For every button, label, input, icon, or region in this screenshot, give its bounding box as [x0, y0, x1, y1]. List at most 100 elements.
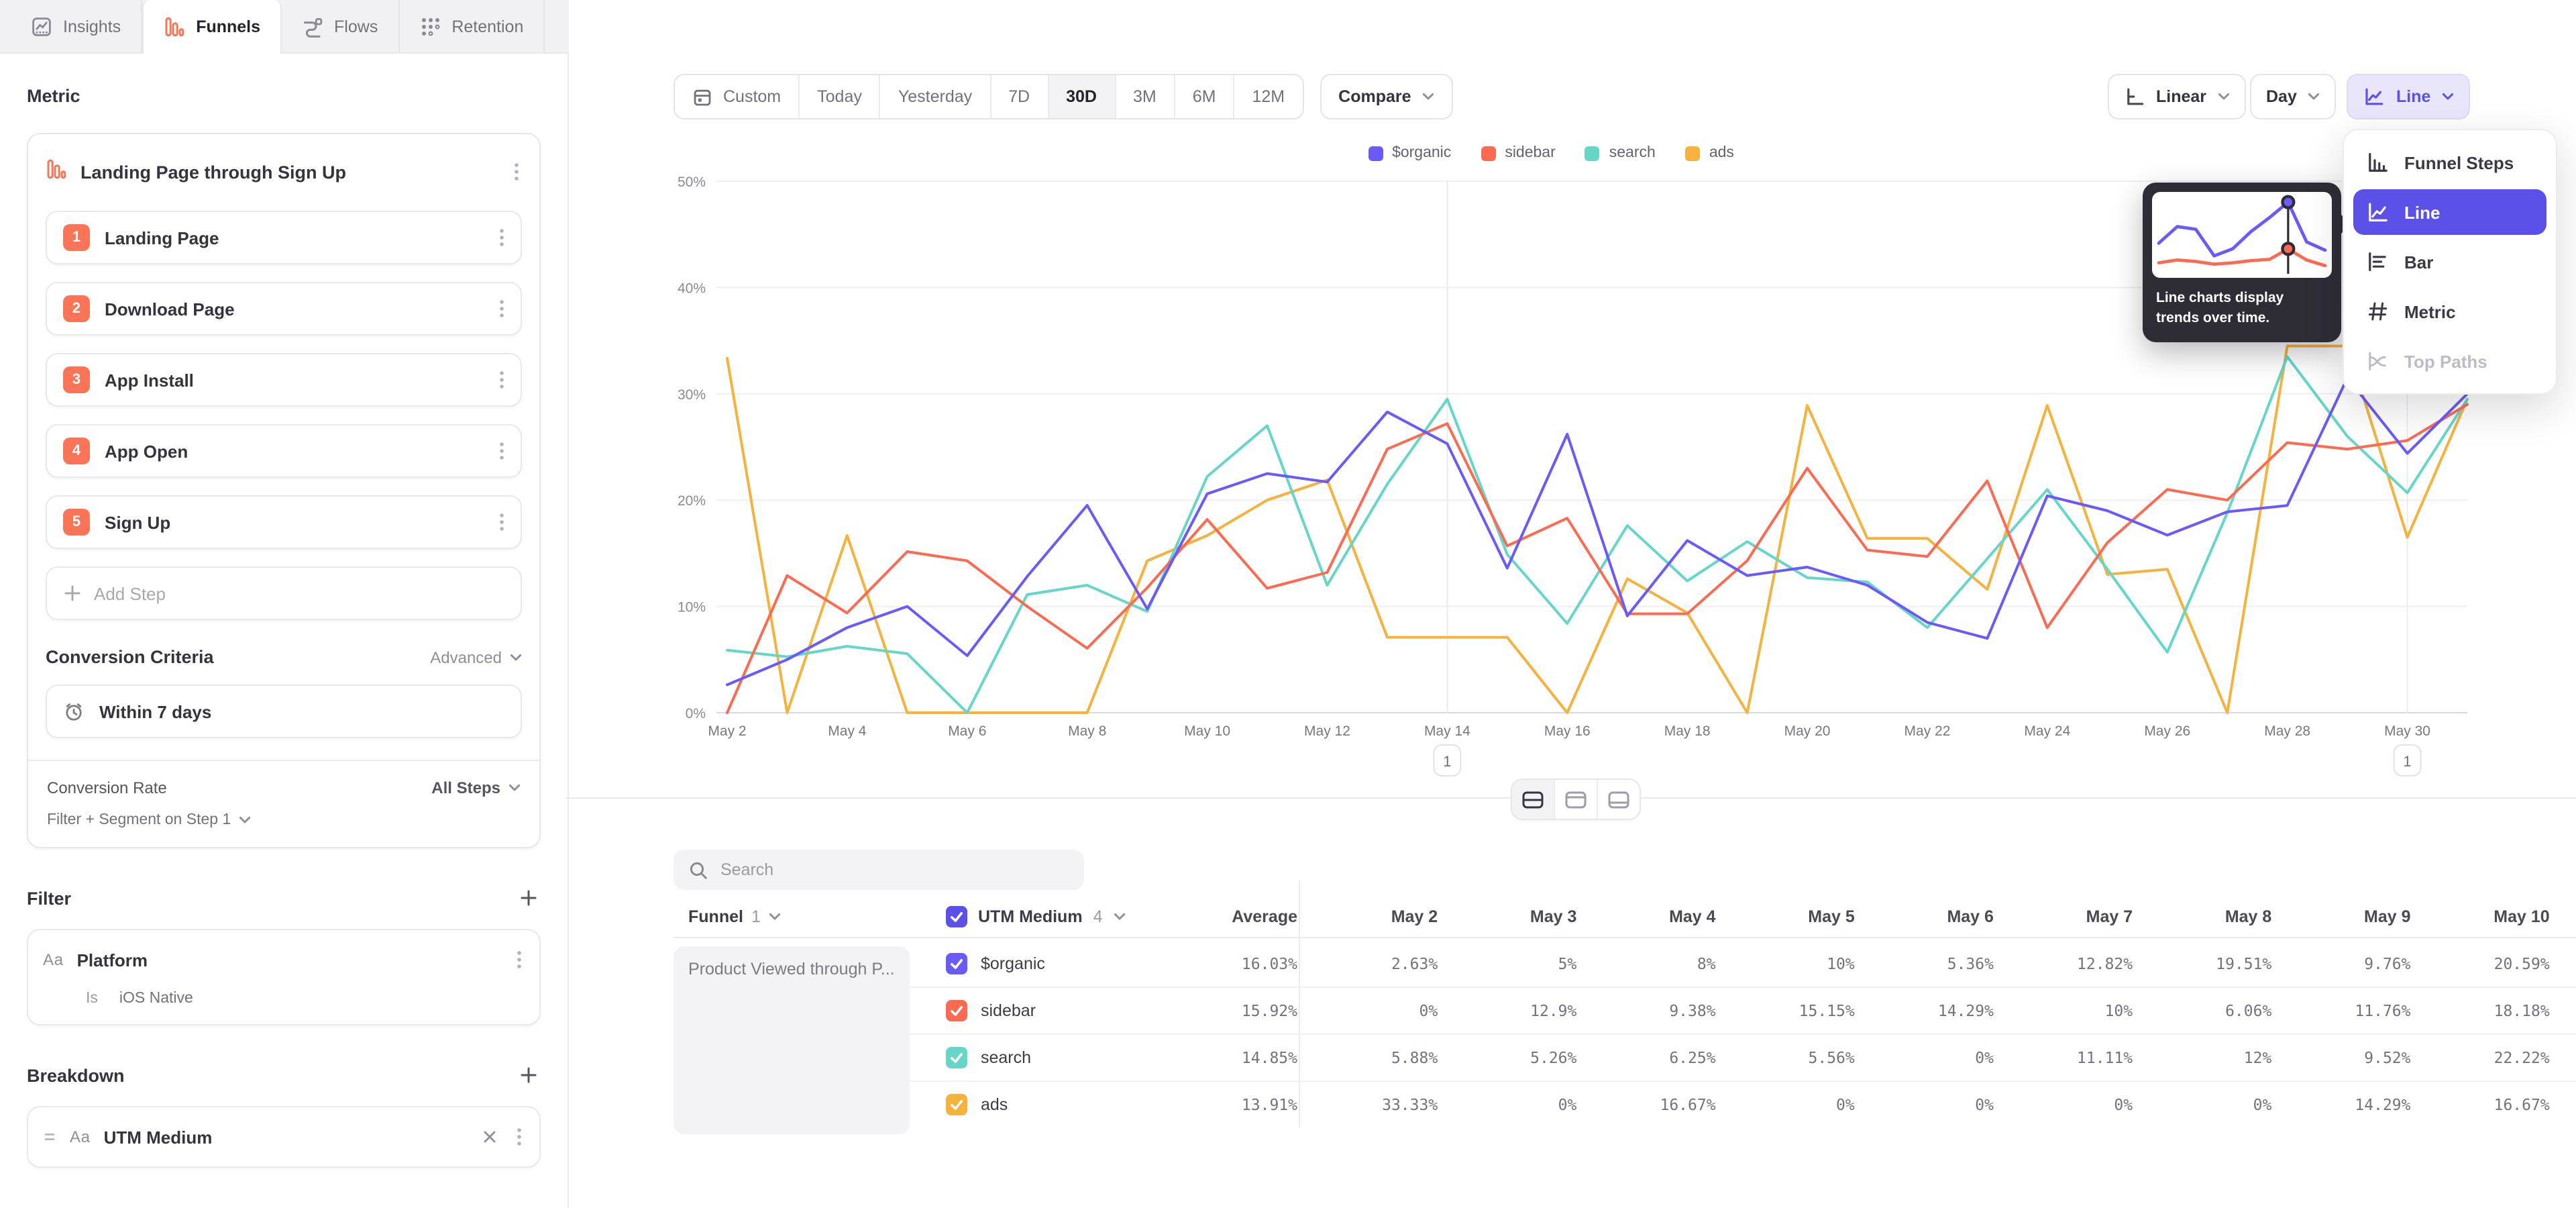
line-chart-preview [2152, 192, 2332, 278]
date-column-header[interactable]: May 7 [1994, 907, 2133, 926]
tab-retention[interactable]: Retention [399, 0, 545, 52]
close-icon[interactable] [479, 1126, 500, 1148]
legend-item-search[interactable]: search [1585, 145, 1656, 161]
menu-item-bar[interactable]: Bar [2353, 239, 2546, 285]
filter-card[interactable]: Aa Platform Is iOS Native [27, 929, 541, 1025]
annotation-badge[interactable]: 1 [1434, 745, 1460, 776]
compare-button[interactable]: Compare [1320, 74, 1452, 119]
series-name: search [981, 1048, 1031, 1067]
chevron-down-icon [2308, 93, 2320, 101]
series-name-cell[interactable]: search [920, 1047, 1175, 1068]
menu-item-line[interactable]: Line [2353, 189, 2546, 235]
table-row: $organic16.03%2.63%5%8%10%5.36%12.82%19.… [674, 941, 2576, 987]
date-column-header[interactable]: May 6 [1855, 907, 1994, 926]
cell-value: 14.29% [2271, 1095, 2410, 1114]
kebab-icon[interactable] [496, 297, 507, 321]
tab-funnels[interactable]: Funnels [142, 0, 282, 54]
filter-segment-dropdown[interactable]: Filter + Segment on Step 1 [47, 812, 521, 828]
kebab-icon[interactable] [496, 225, 507, 250]
kebab-icon[interactable] [514, 948, 525, 972]
chart-type-tooltip: Line charts display trends over time. [2143, 183, 2341, 343]
checkbox-checked[interactable] [946, 1047, 967, 1068]
breakdown-column-header[interactable]: UTM Medium 4 [920, 906, 1175, 927]
range-6m[interactable]: 6M [1175, 75, 1235, 118]
cell-value: 10% [1994, 1001, 2133, 1020]
tab-flows[interactable]: Flows [282, 0, 399, 52]
kebab-icon[interactable] [496, 368, 507, 392]
cell-value: 5.56% [1716, 1048, 1855, 1067]
date-column-header[interactable]: May 4 [1576, 907, 1715, 926]
range-7d[interactable]: 7D [991, 75, 1049, 118]
breakdown-card[interactable]: Aa UTM Medium [27, 1106, 541, 1168]
chart-type-dropdown[interactable]: Line [2347, 74, 2469, 119]
funnel-step[interactable]: 1Landing Page [46, 211, 522, 264]
add-step-button[interactable]: Add Step [46, 566, 522, 620]
range-3m[interactable]: 3M [1116, 75, 1175, 118]
range-30d[interactable]: 30D [1049, 75, 1116, 118]
checkbox-checked[interactable] [946, 1094, 967, 1115]
svg-text:May 6: May 6 [948, 723, 986, 739]
advanced-dropdown[interactable]: Advanced [430, 648, 522, 666]
search-input[interactable]: Search [674, 850, 1084, 890]
checkbox-checked[interactable] [946, 1000, 967, 1021]
funnel-column-header[interactable]: Funnel 1 [674, 907, 920, 926]
kebab-icon[interactable] [496, 439, 507, 463]
annotation-badge[interactable]: 1 [2394, 745, 2421, 776]
drag-handle-icon[interactable] [43, 1129, 56, 1145]
range-yesterday[interactable]: Yesterday [881, 75, 991, 118]
range-custom[interactable]: Custom [675, 75, 800, 118]
all-steps-dropdown[interactable]: All Steps [431, 778, 521, 797]
funnel-step[interactable]: 3App Install [46, 353, 522, 407]
legend-label: sidebar [1505, 145, 1555, 161]
scale-dropdown[interactable]: Linear [2108, 74, 2245, 119]
average-value: 13.91% [1175, 1095, 1299, 1114]
conversion-window-button[interactable]: Within 7 days [46, 685, 522, 738]
cell-value: 12.82% [1994, 954, 2133, 973]
kebab-icon[interactable] [514, 1125, 525, 1149]
range-today[interactable]: Today [800, 75, 881, 118]
filter-value[interactable]: iOS Native [119, 991, 193, 1007]
funnel-step[interactable]: 5Sign Up [46, 495, 522, 549]
step-number-badge: 4 [63, 438, 90, 464]
table-row: sidebar15.92%0%12.9%9.38%15.15%14.29%10%… [674, 987, 2576, 1034]
date-column-header[interactable]: May 10 [2411, 907, 2550, 926]
date-column-header[interactable]: May 9 [2271, 907, 2410, 926]
cell-value: 5.88% [1299, 1048, 1438, 1067]
legend-item-ads[interactable]: ads [1685, 145, 1734, 161]
legend-item-organic[interactable]: $organic [1368, 145, 1451, 161]
kebab-icon[interactable] [511, 160, 522, 184]
bottom-panel-view-button[interactable] [1598, 780, 1640, 819]
top-paths-icon [2365, 349, 2390, 373]
interval-dropdown[interactable]: Day [2250, 74, 2336, 119]
funnel-step[interactable]: 2Download Page [46, 282, 522, 336]
series-name-cell[interactable]: $organic [920, 953, 1175, 974]
date-column-header[interactable]: May 3 [1438, 907, 1576, 926]
add-filter-button[interactable] [517, 886, 541, 910]
menu-item-metric[interactable]: Metric [2353, 289, 2546, 334]
checkbox-checked[interactable] [946, 906, 967, 927]
top-panel-view-button[interactable] [1555, 780, 1598, 819]
svg-text:May 24: May 24 [2024, 723, 2070, 739]
date-column-header[interactable]: May 5 [1716, 907, 1855, 926]
step-label: App Install [105, 370, 482, 390]
legend-item-sidebar[interactable]: sidebar [1481, 145, 1555, 161]
search-placeholder: Search [720, 860, 773, 879]
tab-insights[interactable]: Insights [11, 0, 142, 52]
date-column-header[interactable]: May 2 [1299, 907, 1438, 926]
tab-label: Retention [451, 17, 523, 36]
menu-item-funnel-steps[interactable]: Funnel Steps [2353, 140, 2546, 185]
linear-scale-icon [2124, 86, 2145, 107]
filter-operator[interactable]: Is [86, 991, 98, 1007]
svg-text:May 26: May 26 [2144, 723, 2190, 739]
funnel-name-cell[interactable]: Product Viewed through P... [674, 946, 910, 1134]
funnel-step[interactable]: 4App Open [46, 424, 522, 478]
series-name-cell[interactable]: ads [920, 1094, 1175, 1115]
series-name-cell[interactable]: sidebar [920, 1000, 1175, 1021]
cell-value: 0% [1855, 1048, 1994, 1067]
kebab-icon[interactable] [496, 510, 507, 534]
date-column-header[interactable]: May 8 [2133, 907, 2271, 926]
range-12m[interactable]: 12M [1235, 75, 1303, 118]
split-view-button[interactable] [1512, 780, 1555, 819]
add-breakdown-button[interactable] [517, 1063, 541, 1087]
checkbox-checked[interactable] [946, 953, 967, 974]
